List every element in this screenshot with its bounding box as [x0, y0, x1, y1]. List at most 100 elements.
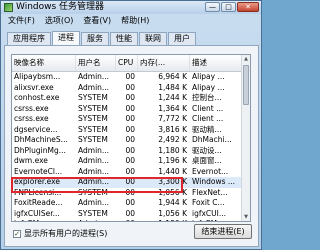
- cell-image-name: igfxEM.exe: [12, 219, 76, 221]
- table-row[interactable]: dwm.exe Admin... 00 1,196 K 桌面窗...: [12, 156, 244, 167]
- task-manager-icon: [4, 3, 13, 12]
- title-bar[interactable]: Windows 任务管理器 — □ ✕: [1, 1, 261, 14]
- cell-user-name: Admin...: [78, 166, 110, 176]
- cell-description: Client ...: [192, 103, 224, 113]
- cell-cpu: 00: [125, 145, 135, 155]
- cell-image-name: conhost.exe: [14, 93, 60, 102]
- show-all-processes[interactable]: ✓ 显示所有用户的进程(S): [13, 228, 107, 239]
- cell-description: 桌面窗...: [192, 156, 222, 165]
- cell-image-name: EvernoteCl...: [14, 166, 63, 176]
- cell-image-name: explorer.exe: [14, 177, 60, 186]
- table-row[interactable]: csrss.exe SYSTEM 00 7,772 K Client ...: [12, 114, 244, 125]
- column-cpu[interactable]: CPU: [116, 55, 138, 71]
- table-row[interactable]: DhPluginMg... Admin... 00 1,180 K 驱动设...: [12, 146, 244, 157]
- cell-user-name: SYSTEM: [78, 93, 108, 102]
- minimize-button[interactable]: —: [205, 2, 220, 12]
- end-process-button[interactable]: 结束进程(E): [194, 224, 252, 239]
- task-manager-window: Windows 任务管理器 — □ ✕ 文件(F) 选项(O) 查看(V) 帮助…: [0, 0, 262, 250]
- cell-memory: 1,364 K: [158, 103, 187, 113]
- vertical-scrollbar[interactable]: ▲ ▼: [241, 55, 250, 221]
- cell-cpu: 00: [125, 208, 135, 218]
- tab-applications[interactable]: 应用程序: [7, 32, 51, 45]
- cell-user-name: SYSTEM: [78, 103, 108, 113]
- column-memory[interactable]: 内存(...: [138, 55, 190, 71]
- tab-processes[interactable]: 进程: [52, 31, 80, 45]
- table-row[interactable]: FoxitReade... Admin... 00 1,944 K Foxit C...: [12, 198, 244, 209]
- cell-description: igfxCUI...: [192, 208, 227, 218]
- table-row[interactable]: Alipaybsm... Admin... 00 6,964 K Alipay ...: [12, 72, 244, 83]
- cell-image-name: FoxitReade...: [14, 198, 63, 207]
- table-header: 映像名称 用户名 CPU 内存(... 描述: [12, 55, 244, 72]
- cell-memory: 7,772 K: [158, 114, 187, 123]
- cell-memory: 3,816 K: [158, 124, 187, 134]
- cell-memory: 1,944 K: [158, 198, 187, 207]
- menu-file[interactable]: 文件(F): [3, 15, 40, 26]
- cell-description: FlexNet...: [192, 187, 228, 197]
- column-image-name[interactable]: 映像名称: [12, 55, 76, 71]
- table-row[interactable]: FNPLicensi... SYSTEM 00 1,056 K FlexNet...: [12, 188, 244, 199]
- close-button[interactable]: ✕: [237, 2, 259, 12]
- cell-description: 驱动设...: [192, 145, 222, 155]
- column-user-name[interactable]: 用户名: [76, 55, 116, 71]
- show-all-checkbox[interactable]: ✓: [13, 229, 21, 238]
- cell-user-name: SYSTEM: [78, 208, 108, 218]
- scroll-thumb[interactable]: [243, 65, 249, 105]
- cell-memory: 1,244 K: [158, 93, 187, 102]
- table-row[interactable]: DhMachineS... SYSTEM 00 2,492 K DhMachi...: [12, 135, 244, 146]
- process-table: 映像名称 用户名 CPU 内存(... 描述 Alipaybsm... Admin…: [11, 54, 251, 222]
- table-row[interactable]: csrss.exe SYSTEM 00 1,364 K Client ...: [12, 104, 244, 115]
- cell-cpu: 00: [125, 177, 135, 186]
- tab-performance[interactable]: 性能: [110, 32, 138, 45]
- cell-description: 控制台...: [192, 93, 222, 102]
- menu-help[interactable]: 帮助(H): [116, 15, 154, 26]
- cell-description: Windows ...: [192, 177, 236, 186]
- processes-panel: 映像名称 用户名 CPU 内存(... 描述 Alipaybsm... Admin…: [4, 45, 259, 247]
- cell-memory: 1,180 K: [138, 219, 190, 221]
- cell-description: Alipay ...: [192, 72, 225, 81]
- table-row[interactable]: igfxCUISer... SYSTEM 00 1,056 K igfxCUI...: [12, 209, 244, 220]
- cell-memory: 2,492 K: [158, 135, 187, 144]
- cell-cpu: 00: [125, 187, 135, 197]
- tab-networking[interactable]: 联网: [139, 32, 167, 45]
- cell-image-name: FNPLicensi...: [14, 187, 62, 197]
- maximize-button[interactable]: □: [221, 2, 236, 12]
- table-row[interactable]: igfxEM.exeAdmin...001,180 KigfxEM...: [12, 219, 244, 221]
- cell-memory: 3,300 K: [158, 177, 187, 186]
- table-row[interactable]: alixsvr.exe Admin... 00 1,484 K Alipay ...: [12, 83, 244, 94]
- cell-cpu: 00: [125, 72, 135, 81]
- cell-image-name: dwm.exe: [14, 156, 48, 165]
- cell-user-name: Admin...: [78, 156, 110, 165]
- menu-bar: 文件(F) 选项(O) 查看(V) 帮助(H): [3, 15, 259, 26]
- cell-image-name: csrss.exe: [14, 114, 49, 123]
- cell-cpu: 00: [125, 114, 135, 123]
- window-title: Windows 任务管理器: [16, 2, 105, 12]
- cell-memory: 1,056 K: [158, 187, 187, 197]
- menu-options[interactable]: 选项(O): [40, 15, 79, 26]
- table-row[interactable]: explorer.exe Admin... 00 3,300 K Windows ...: [12, 177, 244, 188]
- table-row[interactable]: EvernoteCl... Admin... 00 1,440 K Evernot...: [12, 167, 244, 178]
- cell-user-name: SYSTEM: [78, 187, 108, 197]
- cell-description: DhMachi...: [192, 135, 232, 144]
- show-all-label: 显示所有用户的进程(S): [24, 229, 108, 238]
- cell-cpu: 00: [125, 166, 135, 176]
- cell-cpu: 00: [125, 135, 135, 144]
- cell-cpu: 00: [125, 82, 135, 92]
- cell-description: Foxit C...: [192, 198, 225, 207]
- scroll-up-icon[interactable]: ▲: [242, 55, 250, 63]
- cell-user-name: SYSTEM: [78, 124, 108, 134]
- cell-description: Client ...: [192, 114, 224, 123]
- window-controls: — □ ✕: [205, 2, 259, 12]
- column-description[interactable]: 描述: [190, 55, 244, 71]
- cell-memory: 1,484 K: [158, 82, 187, 92]
- cell-user-name: Admin...: [78, 145, 110, 155]
- tab-services[interactable]: 服务: [81, 32, 109, 45]
- cell-cpu: 00: [116, 219, 138, 221]
- table-row[interactable]: dgservice... SYSTEM 00 3,816 K 驱动精...: [12, 125, 244, 136]
- menu-view[interactable]: 查看(V): [78, 15, 116, 26]
- cell-memory: 1,056 K: [158, 208, 187, 218]
- scroll-down-icon[interactable]: ▼: [242, 213, 250, 221]
- tab-users[interactable]: 用户: [168, 32, 196, 45]
- table-row[interactable]: conhost.exe SYSTEM 00 1,244 K 控制台...: [12, 93, 244, 104]
- cell-user-name: SYSTEM: [78, 114, 108, 123]
- cell-memory: 1,440 K: [158, 166, 187, 176]
